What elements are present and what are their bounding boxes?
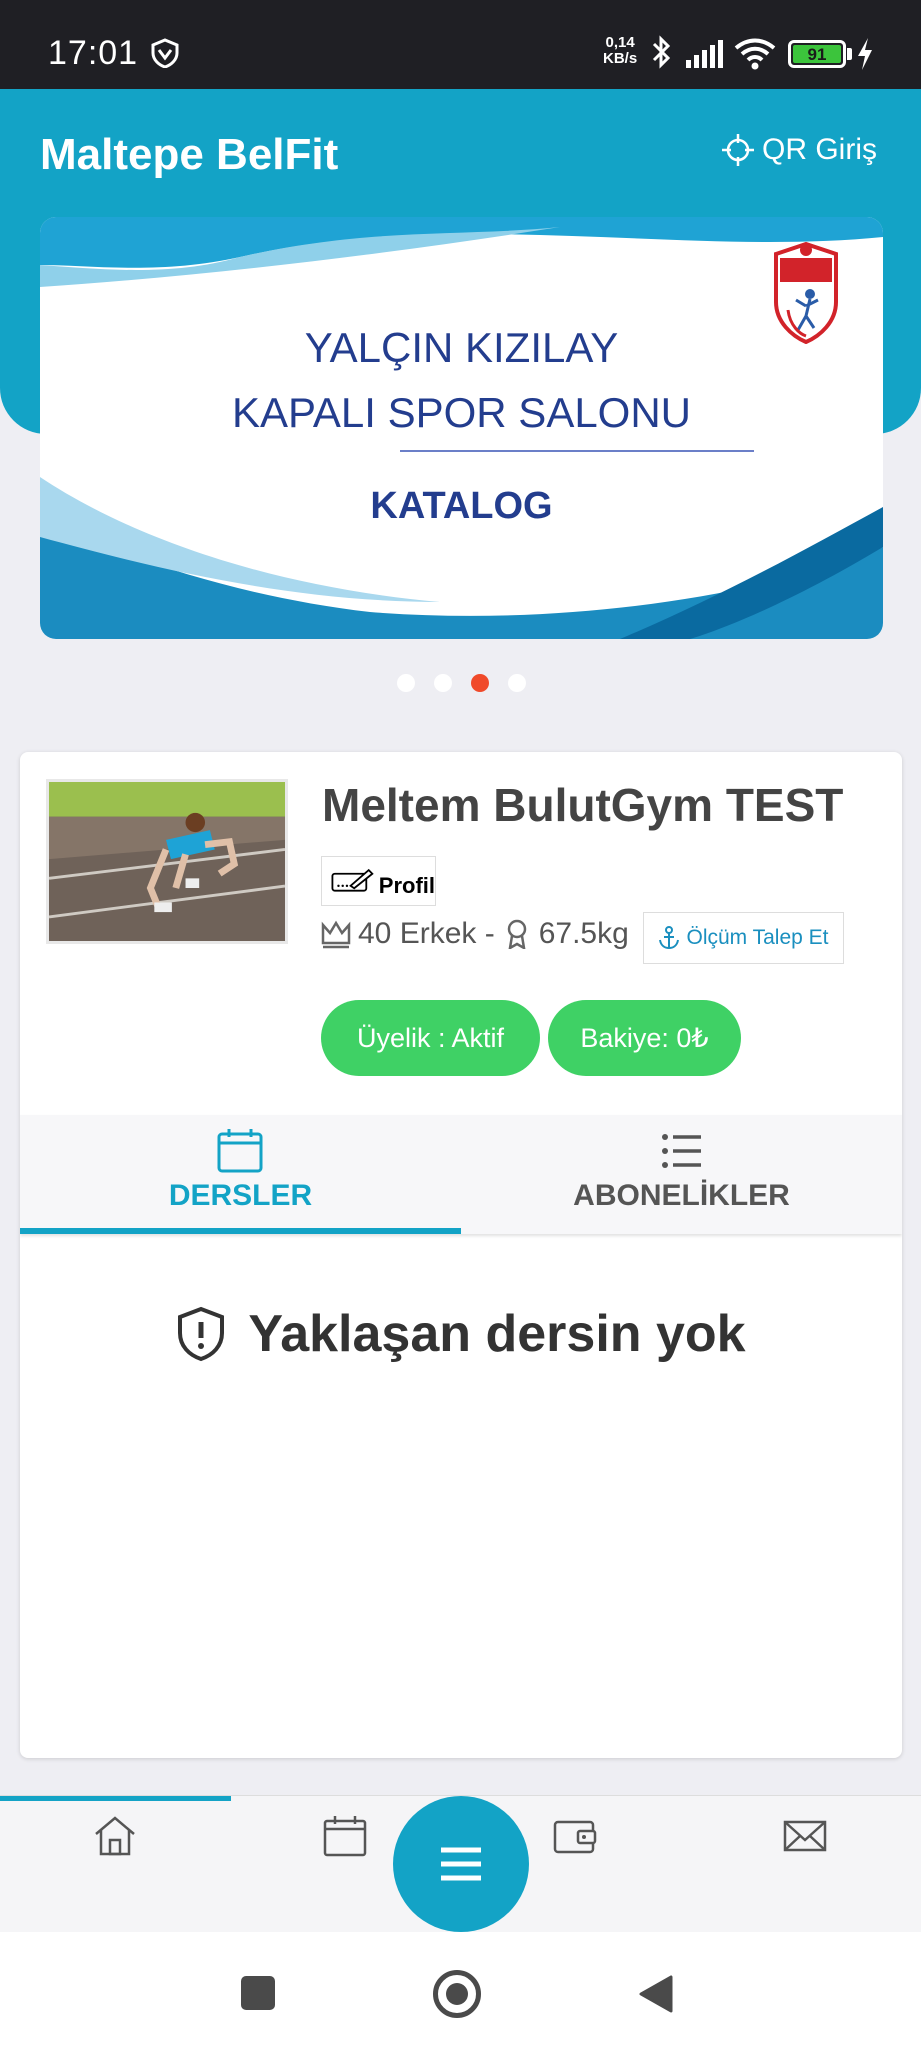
list-icon <box>662 1134 701 1168</box>
battery-icon: 91 <box>788 40 846 68</box>
carousel-dots <box>397 674 526 692</box>
membership-status-badge[interactable]: Üyelik : Aktif <box>321 1000 540 1076</box>
wallet-icon[interactable] <box>552 1814 598 1858</box>
profile-card: Meltem BulutGym TEST Profil 40 Erkek - 6… <box>20 752 902 1758</box>
carousel-dot-active[interactable] <box>471 674 489 692</box>
back-button[interactable] <box>639 1975 673 2013</box>
wifi-icon <box>734 38 776 70</box>
request-measurement-label: Ölçüm Talep Et <box>686 926 829 949</box>
profile-photo[interactable] <box>46 779 288 944</box>
banner-line-2: KAPALI SPOR SALONU <box>231 389 692 436</box>
signal-icon <box>686 40 723 68</box>
age-gender-text: 40 Erkek - <box>358 917 495 950</box>
tab-indicator <box>20 1228 461 1234</box>
battery-tip <box>847 48 852 60</box>
home-button[interactable] <box>433 1970 481 2018</box>
balance-badge[interactable]: Bakiye: 0₺ <box>548 1000 741 1076</box>
profile-button-label: Profil <box>378 873 435 898</box>
profile-button[interactable]: Profil <box>321 856 436 906</box>
anchor-icon <box>659 926 680 950</box>
profile-stats: 40 Erkek - 67.5kg <box>320 917 629 951</box>
bottom-nav-indicator <box>0 1796 231 1801</box>
calendar-icon <box>217 1129 263 1173</box>
home-icon[interactable] <box>92 1814 138 1858</box>
tab-dersler[interactable]: DERSLER <box>20 1115 461 1234</box>
qr-login-button[interactable]: QR Giriş <box>722 133 877 167</box>
vpn-icon <box>151 38 179 68</box>
carousel-dot[interactable] <box>434 674 452 692</box>
calendar-nav-icon[interactable] <box>322 1814 368 1858</box>
empty-state: Yaklaşan dersin yok <box>20 1304 902 1364</box>
profile-name: Meltem BulutGym TEST <box>322 779 844 831</box>
crosshair-icon <box>722 134 754 166</box>
weight-text: 67.5kg <box>538 917 629 950</box>
club-logo-icon <box>774 241 838 344</box>
network-speed: 0,14 KB/s <box>603 34 638 67</box>
signature-icon <box>331 868 374 892</box>
award-icon <box>507 919 526 949</box>
empty-state-text: Yaklaşan dersin yok <box>248 1305 746 1363</box>
tab-dersler-label: DERSLER <box>168 1179 313 1212</box>
tab-abonelikler-label: ABONELİKLER <box>573 1179 790 1212</box>
shield-alert-icon <box>178 1306 225 1362</box>
tab-bar: DERSLER ABONELİKLER <box>20 1115 902 1234</box>
banner-line-1: YALÇIN KIZILAY <box>304 324 619 371</box>
banner-line-3: KATALOG <box>370 485 553 527</box>
request-measurement-button[interactable]: Ölçüm Talep Et <box>643 912 844 964</box>
status-time: 17:01 <box>48 34 139 72</box>
banner-divider <box>400 450 754 452</box>
status-bar: 17:01 0,14 KB/s 91 <box>0 0 921 89</box>
menu-icon <box>441 1847 481 1881</box>
promo-banner[interactable]: YALÇIN KIZILAY KAPALI SPOR SALONU KATALO… <box>40 217 883 639</box>
tab-abonelikler[interactable]: ABONELİKLER <box>461 1115 902 1234</box>
carousel-dot[interactable] <box>508 674 526 692</box>
app-title: Maltepe BelFit <box>40 130 339 179</box>
carousel-dot[interactable] <box>397 674 415 692</box>
system-navigation-bar <box>0 1932 921 2048</box>
charging-icon <box>858 38 872 70</box>
mail-icon[interactable] <box>782 1814 828 1858</box>
qr-login-label: QR Giriş <box>762 133 877 166</box>
recents-button[interactable] <box>241 1976 275 2010</box>
menu-fab-button[interactable] <box>393 1796 529 1932</box>
bluetooth-icon <box>652 35 671 69</box>
crown-icon <box>321 920 351 949</box>
